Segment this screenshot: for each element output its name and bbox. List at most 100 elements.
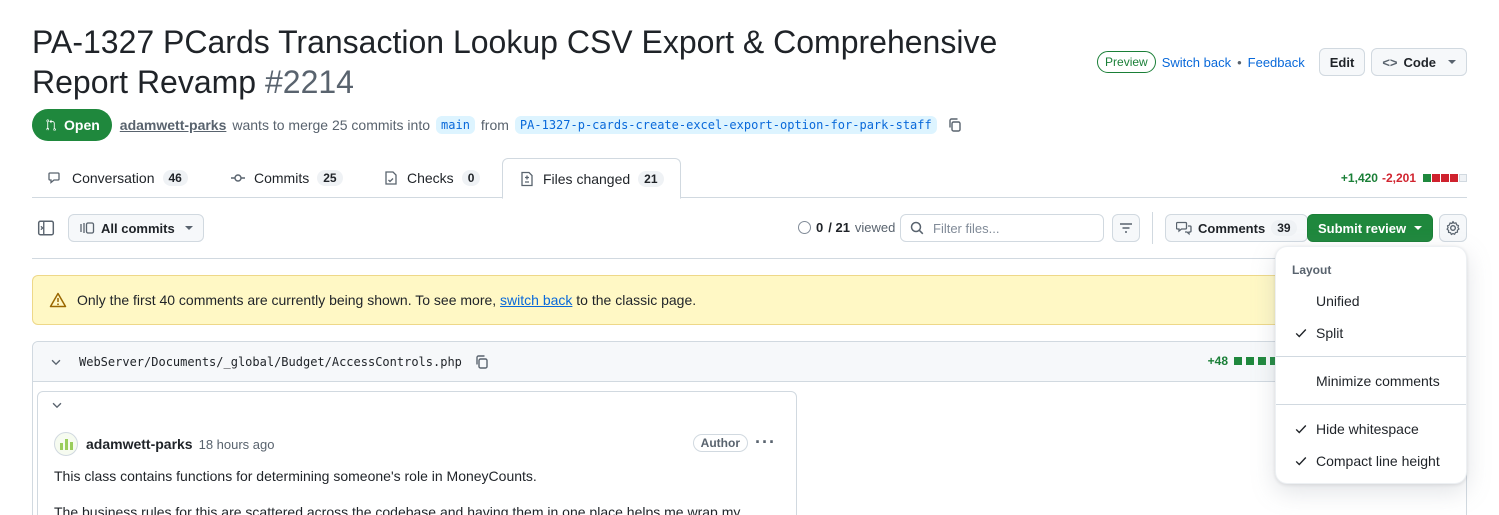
comment-paragraph: This class contains functions for determ…	[54, 468, 537, 484]
open-state-label: Open	[64, 117, 100, 133]
chevron-down-icon	[52, 402, 62, 409]
file-tree-toggle[interactable]	[37, 219, 55, 240]
filter-files-input[interactable]: Filter files...	[900, 214, 1104, 242]
tab-label: Commits	[254, 170, 310, 186]
check-icon	[1295, 425, 1307, 434]
edit-button[interactable]: Edit	[1318, 48, 1366, 76]
code-button[interactable]: <> Code	[1371, 48, 1467, 76]
checklist-icon	[385, 171, 397, 185]
file-diffstat: +48	[1208, 354, 1278, 368]
all-commits-dropdown[interactable]: All commits	[68, 214, 204, 242]
chevron-down-icon[interactable]	[49, 355, 63, 369]
tab-commits[interactable]: Commits 25	[214, 158, 359, 198]
tab-checks[interactable]: Checks 0	[367, 158, 496, 198]
viewed-progress: 0 / 21 viewed	[798, 220, 895, 235]
settings-button[interactable]	[1439, 214, 1467, 242]
file-additions: +48	[1207, 354, 1228, 368]
menu-item-label: Minimize comments	[1316, 373, 1440, 389]
preview-badge: Preview	[1097, 51, 1156, 73]
submit-review-button[interactable]: Submit review	[1307, 214, 1434, 242]
filter-placeholder: Filter files...	[933, 220, 1000, 236]
git-pull-request-icon	[46, 119, 56, 131]
viewed-total: / 21	[828, 220, 850, 235]
copy-icon[interactable]	[474, 354, 490, 370]
diffstat-bar	[1422, 174, 1467, 182]
switch-back-link[interactable]: Switch back	[1162, 55, 1231, 70]
git-commit-icon	[231, 174, 245, 182]
menu-divider	[1276, 404, 1466, 405]
file-path[interactable]: WebServer/Documents/_global/Budget/Acces…	[79, 355, 462, 369]
pr-title: PA-1327 PCards Transaction Lookup CSV Ex…	[32, 22, 1092, 102]
menu-item-label: Hide whitespace	[1316, 421, 1419, 437]
comment-paragraph: The business rules for this are scattere…	[54, 504, 741, 515]
comment-body: This class contains functions for determ…	[54, 466, 784, 515]
header-actions: Preview Switch back • Feedback Edit <> C…	[1097, 48, 1467, 76]
warning-text-before: Only the first 40 comments are currently…	[77, 292, 497, 308]
viewed-label: viewed	[854, 220, 896, 235]
tab-label: Conversation	[72, 170, 155, 186]
open-state-badge: Open	[32, 109, 112, 141]
tab-files-changed[interactable]: Files changed 21	[502, 158, 681, 199]
tab-label: Checks	[407, 170, 454, 186]
file-diff-icon	[521, 171, 533, 186]
menu-item-hide-whitespace[interactable]: Hide whitespace	[1284, 413, 1460, 445]
comment-timestamp[interactable]: 18 hours ago	[199, 437, 275, 452]
menu-item-minimize-comments[interactable]: Minimize comments	[1284, 365, 1460, 397]
chevron-down-icon	[184, 226, 193, 230]
menu-item-label: Unified	[1316, 293, 1360, 309]
toolbar-bottom-divider	[32, 258, 1467, 259]
menu-divider	[1276, 356, 1466, 357]
filter-icon	[1120, 223, 1132, 233]
alert-icon	[49, 292, 67, 308]
edit-label: Edit	[1329, 54, 1355, 70]
switch-back-warning-link[interactable]: switch back	[500, 292, 572, 308]
comment-collapse-toggle[interactable]	[50, 398, 64, 415]
warning-text: Only the first 40 comments are currently…	[77, 292, 696, 308]
filter-options-button[interactable]	[1112, 214, 1140, 242]
review-comment-card: adamwett-parks 18 hours ago Author ··· T…	[37, 391, 797, 515]
chevron-down-icon	[1448, 60, 1456, 64]
viewed-count: 0	[816, 220, 824, 235]
viewed-circle-icon	[798, 221, 811, 234]
author-badge: Author	[692, 434, 748, 452]
code-label: Code	[1403, 54, 1437, 70]
comments-button[interactable]: Comments 39	[1165, 214, 1308, 242]
chevron-down-icon	[1414, 226, 1423, 230]
menu-item-label: Split	[1316, 325, 1344, 341]
head-branch[interactable]: PA-1327-p-cards-create-excel-export-opti…	[514, 116, 937, 134]
comments-counter: 39	[1271, 220, 1297, 236]
file-header: WebServer/Documents/_global/Budget/Acces…	[33, 342, 1466, 382]
gear-icon	[1446, 220, 1460, 236]
comment-author[interactable]: adamwett-parks	[86, 436, 193, 452]
from-text: from	[480, 117, 509, 133]
commits-icon	[80, 222, 95, 234]
tab-label: Files changed	[543, 170, 631, 187]
comment-header: adamwett-parks 18 hours ago	[54, 432, 275, 456]
merge-text: wants to merge 25 commits into	[232, 117, 431, 133]
tab-counter: 21	[638, 170, 664, 187]
kebab-menu-icon[interactable]: ···	[755, 432, 776, 453]
menu-section-title: Layout	[1292, 263, 1332, 277]
menu-item-unified[interactable]: Unified	[1284, 285, 1460, 317]
separator-dot: •	[1237, 54, 1242, 70]
comments-limit-warning: Only the first 40 comments are currently…	[32, 275, 1467, 325]
copy-icon[interactable]	[947, 117, 963, 133]
warning-text-after: to the classic page.	[576, 292, 697, 308]
feedback-link[interactable]: Feedback	[1248, 55, 1305, 70]
avatar[interactable]	[54, 432, 78, 456]
pr-diffstat: +1,420 -2,201	[1341, 171, 1467, 185]
submit-review-label: Submit review	[1318, 220, 1407, 236]
tab-conversation[interactable]: Conversation 46	[32, 158, 204, 198]
pr-title-text: PA-1327 PCards Transaction Lookup CSV Ex…	[32, 24, 998, 100]
menu-item-compact-line-height[interactable]: Compact line height	[1284, 445, 1460, 477]
tab-counter: 46	[162, 170, 188, 186]
pr-state-line: Open adamwett-parks wants to merge 25 co…	[32, 109, 963, 141]
base-branch[interactable]: main	[436, 116, 475, 134]
toolbar-divider	[1152, 212, 1153, 244]
tab-counter: 0	[461, 170, 481, 186]
deletions-count: -2,201	[1381, 171, 1416, 185]
pr-author-link[interactable]: adamwett-parks	[120, 117, 227, 133]
menu-item-split[interactable]: Split	[1284, 317, 1460, 349]
menu-item-label: Compact line height	[1316, 453, 1440, 469]
pr-tabs: Conversation 46 Commits 25 Checks 0 File…	[32, 158, 1467, 199]
